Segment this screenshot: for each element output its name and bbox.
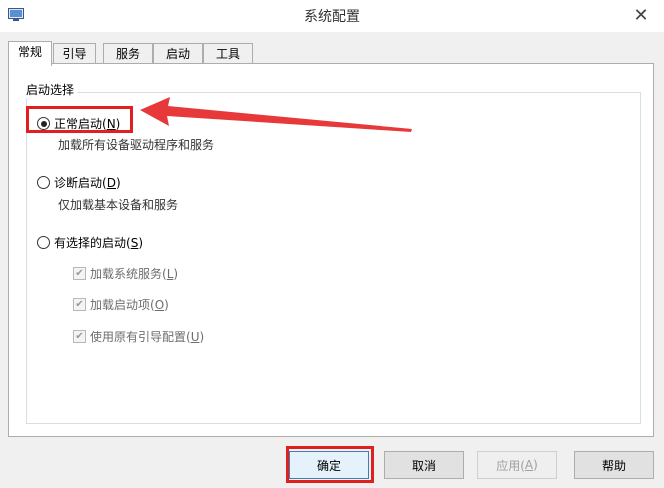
load-startup-items-label: 加载启动项(O): [90, 298, 169, 312]
diagnostic-startup-radio[interactable]: 诊断启动(D): [37, 174, 121, 191]
group-title: 启动选择: [23, 81, 78, 98]
annotation-highlight-ok-button: [286, 446, 374, 483]
radio-unselected-icon: [37, 176, 50, 189]
use-original-boot-config-label: 使用原有引导配置(U): [90, 330, 205, 344]
checkmark-icon: ✔: [73, 330, 86, 343]
apply-button[interactable]: 应用(A): [477, 451, 557, 479]
diagnostic-startup-label: 诊断启动(D): [54, 176, 121, 190]
normal-startup-desc: 加载所有设备驱动程序和服务: [58, 138, 215, 152]
cancel-button[interactable]: 取消: [384, 451, 464, 479]
radio-unselected-icon: [37, 236, 50, 249]
tab-tools[interactable]: 工具: [203, 43, 253, 64]
tab-boot[interactable]: 引导: [53, 43, 96, 64]
tab-services[interactable]: 服务: [103, 43, 153, 64]
selective-startup-radio[interactable]: 有选择的启动(S): [37, 234, 143, 251]
use-original-boot-config-checkbox[interactable]: ✔ 使用原有引导配置(U): [73, 328, 204, 345]
close-icon: ✕: [633, 4, 649, 26]
close-button[interactable]: ✕: [618, 0, 664, 30]
load-system-services-checkbox[interactable]: ✔ 加载系统服务(L): [73, 265, 178, 282]
checkmark-icon: ✔: [73, 267, 86, 280]
diagnostic-startup-desc: 仅加载基本设备和服务: [58, 198, 179, 212]
title-bar: 系统配置 ✕: [0, 0, 664, 32]
window-title: 系统配置: [304, 9, 360, 25]
tab-general[interactable]: 常规: [8, 41, 52, 66]
load-startup-items-checkbox[interactable]: ✔ 加载启动项(O): [73, 296, 169, 313]
annotation-highlight-normal-startup: [26, 106, 133, 133]
checkmark-icon: ✔: [73, 298, 86, 311]
tab-startup[interactable]: 启动: [153, 43, 203, 64]
help-button[interactable]: 帮助: [574, 451, 654, 479]
load-system-services-label: 加载系统服务(L): [90, 267, 179, 281]
selective-startup-label: 有选择的启动(S): [54, 236, 143, 250]
